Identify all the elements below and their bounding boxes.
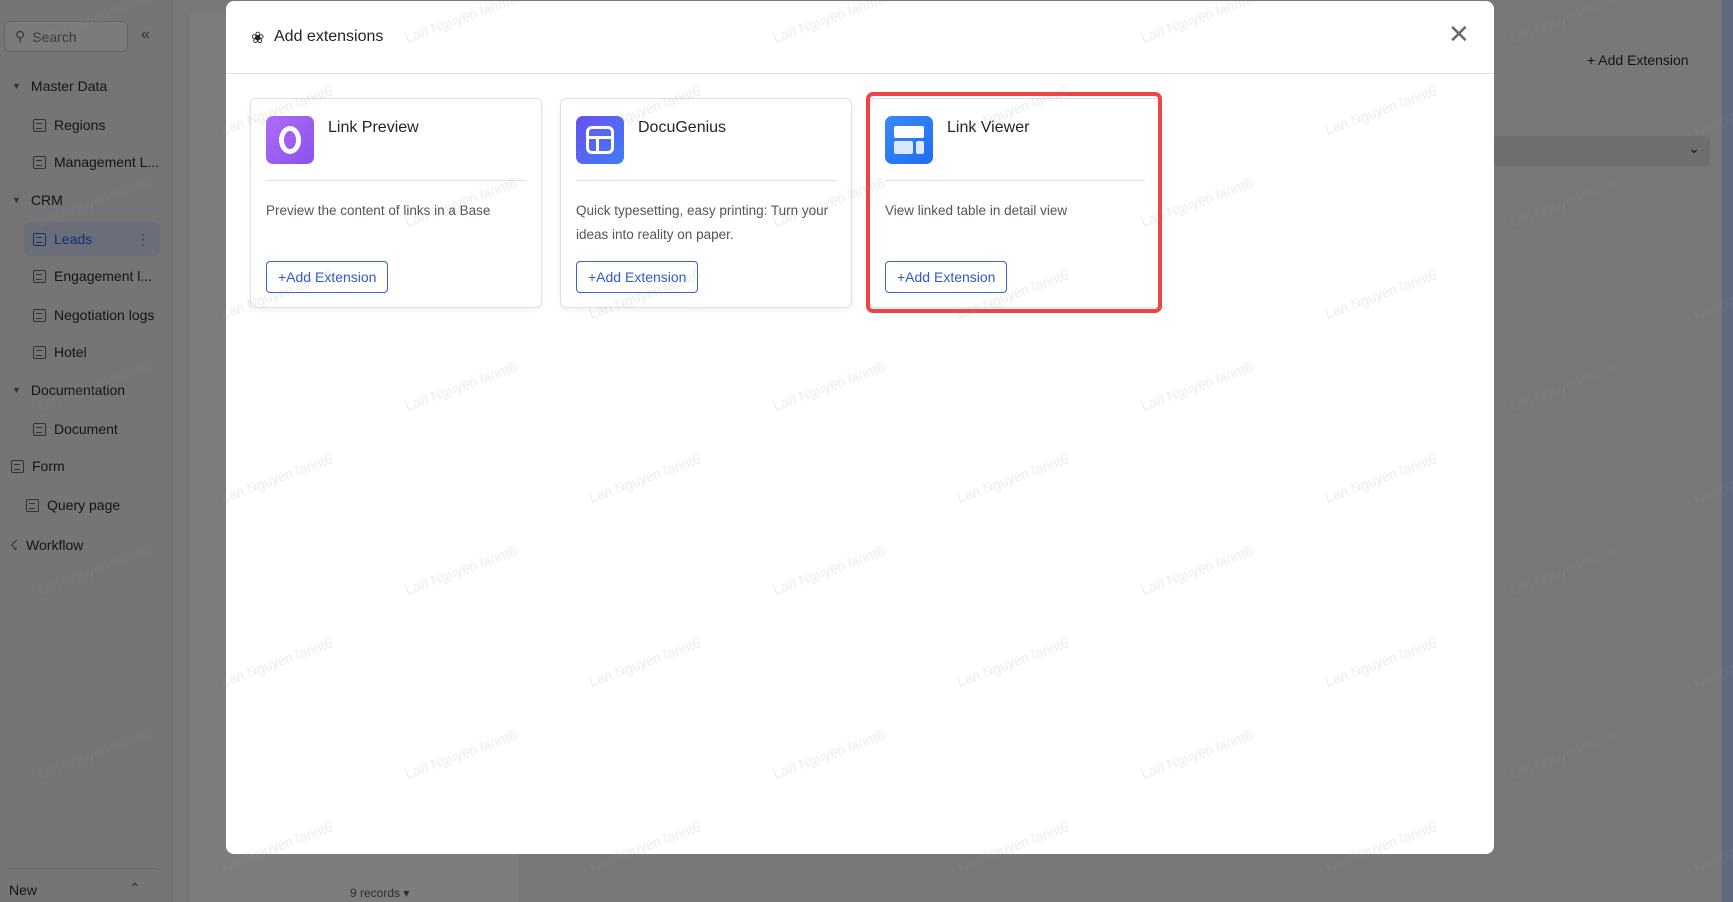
- records-count[interactable]: 9 records ▾: [350, 886, 409, 900]
- extension-card-docugenius: DocuGenius Quick typesetting, easy print…: [560, 98, 852, 308]
- form-icon: [11, 459, 24, 473]
- table-icon: [33, 155, 46, 169]
- divider: [8, 868, 156, 869]
- card-title: Link Viewer: [947, 119, 1030, 136]
- extension-card-link-preview: Link Preview Preview the content of link…: [250, 98, 542, 308]
- modal-title: Add extensions: [274, 28, 384, 45]
- divider: [576, 180, 836, 181]
- scrollbar[interactable]: [1722, 0, 1733, 902]
- sidebar-item-workflow[interactable]: ☇ Workflow: [0, 530, 172, 560]
- link-preview-icon: [266, 116, 314, 164]
- document-icon: [33, 422, 46, 436]
- chevron-down-icon: ⌄: [1688, 140, 1700, 156]
- link-viewer-icon: [885, 116, 933, 164]
- query-icon: [26, 498, 39, 512]
- sidebar: ⚲ Search « ▼ Master Data Regions Managemen…: [0, 0, 172, 902]
- sidebar-group-master-data[interactable]: ▼ Master Data: [0, 71, 172, 101]
- caret-down-icon: ▼: [12, 385, 21, 395]
- add-extensions-modal: ❀ Add extensions ✕ Link Preview Preview …: [226, 1, 1494, 854]
- divider: [266, 180, 526, 181]
- divider: [885, 180, 1145, 181]
- table-icon: [33, 118, 46, 132]
- search-icon: ⚲: [15, 28, 26, 44]
- sidebar-group-crm[interactable]: ▼ CRM: [0, 185, 172, 215]
- table-icon: [33, 345, 46, 359]
- extension-dropdown[interactable]: ⌄: [1494, 136, 1710, 166]
- sidebar-item-hotel[interactable]: Hotel: [0, 337, 172, 367]
- sidebar-item-query-page[interactable]: Query page: [0, 490, 172, 520]
- add-extension-button[interactable]: + Add Extension: [1587, 52, 1689, 68]
- chevron-up-icon: ⌃: [129, 880, 141, 896]
- card-title: DocuGenius: [638, 119, 727, 136]
- new-button[interactable]: New ⌃: [9, 880, 141, 898]
- caret-down-icon: ▼: [12, 195, 21, 205]
- add-extension-button[interactable]: +Add Extension: [885, 261, 1008, 293]
- collapse-sidebar-icon[interactable]: «: [141, 26, 150, 44]
- sidebar-item-engagement[interactable]: Engagement l...: [0, 261, 172, 291]
- close-icon[interactable]: ✕: [1448, 21, 1470, 47]
- sidebar-item-form[interactable]: Form: [0, 451, 172, 481]
- add-extension-button[interactable]: +Add Extension: [576, 261, 699, 293]
- extension-card-link-viewer: Link Viewer View linked table in detail …: [869, 98, 1161, 308]
- more-icon[interactable]: ⋮: [136, 231, 150, 248]
- table-icon: [33, 308, 46, 322]
- add-extension-button[interactable]: +Add Extension: [266, 261, 389, 293]
- card-description: Preview the content of links in a Base: [266, 203, 491, 218]
- sidebar-item-management[interactable]: Management L...: [0, 147, 172, 177]
- card-title: Link Preview: [328, 119, 419, 136]
- sidebar-item-leads[interactable]: Leads ⋮: [24, 222, 160, 256]
- extension-icon: ❀: [251, 30, 265, 47]
- caret-down-icon: ▼: [12, 81, 21, 91]
- modal-header: ❀ Add extensions ✕: [226, 1, 1494, 74]
- workflow-icon: ☇: [10, 536, 19, 553]
- sidebar-item-document[interactable]: Document: [0, 414, 172, 444]
- docugenius-icon: [576, 116, 624, 164]
- sidebar-item-negotiation-logs[interactable]: Negotiation logs: [0, 300, 172, 330]
- table-icon: [33, 269, 46, 283]
- sidebar-item-regions[interactable]: Regions: [0, 110, 172, 140]
- sidebar-group-documentation[interactable]: ▼ Documentation: [0, 375, 172, 405]
- card-description: View linked table in detail view: [885, 203, 1068, 218]
- card-description: Quick typesetting, easy printing: Turn y…: [576, 203, 829, 242]
- search-input[interactable]: ⚲ Search: [4, 21, 128, 52]
- table-icon: [33, 232, 46, 246]
